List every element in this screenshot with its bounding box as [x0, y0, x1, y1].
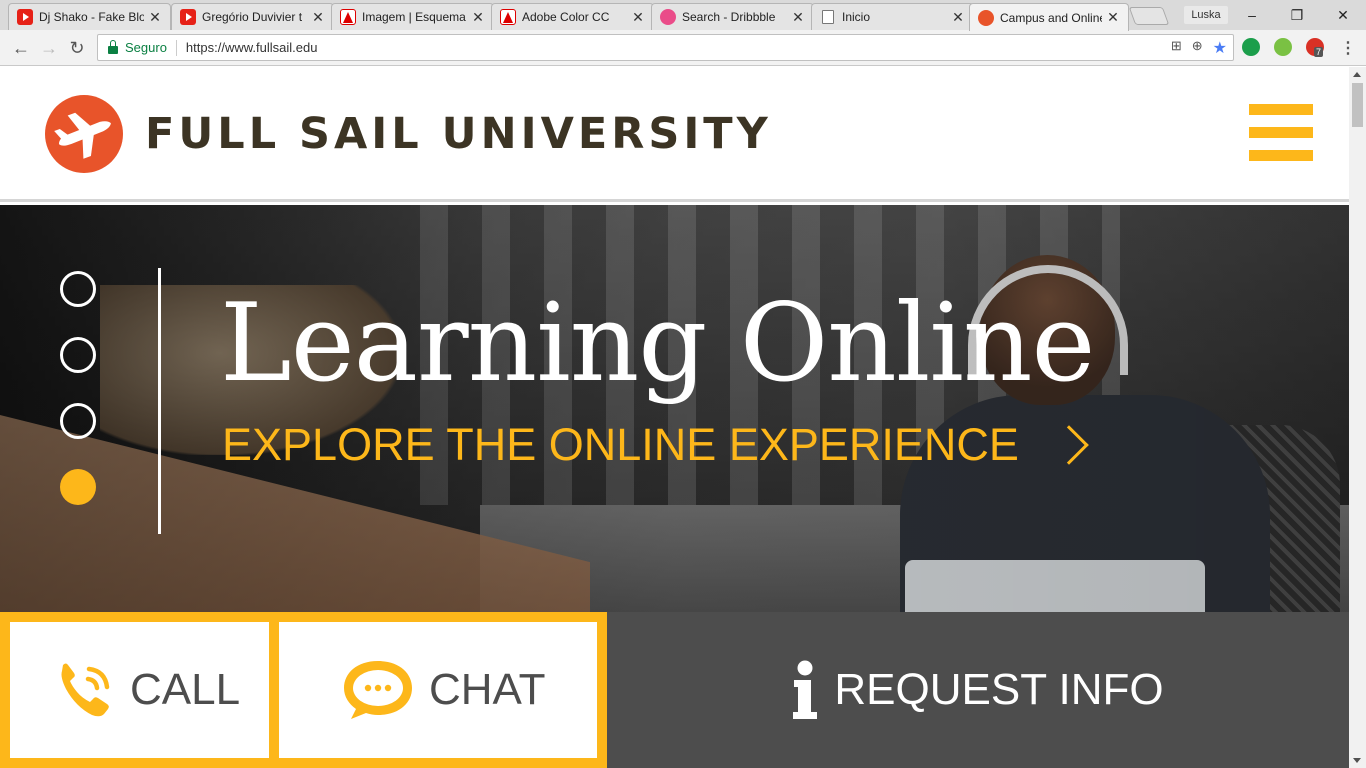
browser-toolbar: ← → ↻ Seguro https://www.fullsail.edu ⊞ …	[0, 30, 1366, 66]
slide-dot[interactable]	[60, 403, 96, 439]
close-icon[interactable]: ✕	[631, 9, 645, 26]
tab-title: Inicio	[842, 10, 871, 24]
phone-icon	[61, 663, 110, 717]
close-icon[interactable]: ✕	[791, 9, 805, 26]
tab-title: Imagem | Esquema	[362, 10, 466, 24]
close-icon[interactable]: ✕	[951, 9, 965, 26]
close-icon[interactable]: ✕	[148, 9, 162, 26]
browser-tab[interactable]: Gregório Duvivier t ✕	[171, 3, 334, 30]
close-icon[interactable]: ✕	[471, 9, 485, 26]
hero-banner: Learning Online EXPLORE THE ONLINE EXPER…	[0, 205, 1349, 612]
tab-title: Campus and Online	[1000, 10, 1102, 25]
request-info-button[interactable]: REQUEST INFO	[607, 612, 1349, 768]
scroll-down-arrow-icon[interactable]	[1353, 758, 1361, 763]
browser-tab[interactable]: Imagem | Esquema ✕	[331, 3, 494, 30]
airplane-icon	[54, 112, 111, 159]
chevron-right-icon[interactable]	[1049, 425, 1089, 465]
reload-icon[interactable]: ↻	[66, 37, 88, 59]
divider	[175, 39, 177, 56]
lock-icon	[108, 39, 118, 54]
close-icon[interactable]: ✕	[311, 9, 325, 26]
profile-button[interactable]: Luska	[1184, 6, 1228, 24]
call-button[interactable]: CALL	[10, 622, 269, 758]
document-icon	[822, 10, 834, 24]
chat-button[interactable]: CHAT	[279, 622, 597, 758]
extension-badge: 7	[1314, 47, 1324, 57]
translate-icon[interactable]: ⊞	[1171, 38, 1182, 58]
adobe-icon	[500, 9, 516, 25]
slide-dot-active[interactable]	[60, 469, 96, 505]
page: FULL SAIL UNIVERSITY Learning Online EXP…	[0, 67, 1349, 768]
tab-strip: Dj Shako - Fake Blo ✕ Gregório Duvivier …	[0, 0, 1366, 31]
close-icon[interactable]: ✕	[1106, 9, 1120, 26]
tab-title: Gregório Duvivier t	[202, 10, 303, 24]
adobe-icon	[340, 9, 356, 25]
site-header: FULL SAIL UNIVERSITY	[0, 67, 1349, 202]
new-tab-button[interactable]	[1128, 7, 1170, 25]
extension-badge-icon[interactable]: 7	[1306, 38, 1324, 57]
info-icon	[793, 660, 818, 719]
youtube-icon	[17, 9, 33, 25]
zoom-icon[interactable]: ⊕	[1192, 38, 1203, 58]
browser-tab-active[interactable]: Campus and Online ✕	[969, 3, 1129, 31]
hero-cta-text[interactable]: EXPLORE THE ONLINE EXPERIENCE	[222, 415, 1019, 475]
browser-tab[interactable]: Search - Dribbble ✕	[651, 3, 814, 30]
extension-icon[interactable]	[1242, 38, 1260, 56]
request-info-label: REQUEST INFO	[834, 665, 1164, 714]
browser-tab[interactable]: Adobe Color CC ✕	[491, 3, 654, 30]
call-label: CALL	[130, 665, 241, 714]
youtube-icon	[180, 9, 196, 25]
slide-dot[interactable]	[60, 337, 96, 373]
window-close-icon[interactable]: ✕	[1333, 5, 1353, 25]
fullsail-icon	[978, 9, 994, 26]
slide-indicators	[60, 271, 96, 511]
page-scrollbar[interactable]	[1349, 67, 1366, 768]
brand-name[interactable]: FULL SAIL UNIVERSITY	[145, 107, 772, 161]
hero-title: Learning Online	[220, 281, 1095, 406]
scrollbar-thumb[interactable]	[1352, 83, 1363, 127]
back-arrow-icon[interactable]: ←	[10, 37, 32, 59]
tab-title: Adobe Color CC	[522, 10, 610, 24]
address-bar[interactable]: Seguro https://www.fullsail.edu ⊞ ⊕ ★	[97, 34, 1234, 61]
dribbble-icon	[660, 9, 676, 25]
browser-tab[interactable]: Inicio ✕	[811, 3, 974, 30]
omnibox-actions: ⊞ ⊕ ★	[1171, 38, 1227, 58]
security-label: Seguro	[125, 40, 167, 55]
bookmark-star-icon[interactable]: ★	[1213, 38, 1227, 58]
chat-bubble-icon	[344, 661, 412, 719]
tab-title: Dj Shako - Fake Blo	[39, 10, 144, 24]
logo-airplane-icon[interactable]	[45, 95, 123, 173]
scroll-up-arrow-icon[interactable]	[1353, 72, 1361, 77]
evernote-icon[interactable]	[1274, 38, 1292, 56]
minimize-icon[interactable]: –	[1242, 5, 1262, 25]
tab-title: Search - Dribbble	[682, 10, 776, 24]
hamburger-menu-icon[interactable]	[1249, 104, 1313, 162]
menu-icon[interactable]: ⋮	[1340, 38, 1356, 58]
url-text[interactable]: https://www.fullsail.edu	[186, 40, 318, 55]
restore-icon[interactable]: ❐	[1287, 5, 1307, 25]
slide-dot[interactable]	[60, 271, 96, 307]
hero-divider	[158, 268, 161, 534]
chat-label: CHAT	[429, 665, 546, 714]
hero-cta-link[interactable]: EXPLORE THE ONLINE EXPERIENCE	[222, 415, 1089, 475]
forward-arrow-icon[interactable]: →	[38, 37, 60, 59]
browser-tab[interactable]: Dj Shako - Fake Blo ✕	[8, 3, 171, 30]
action-bar: CALL CHAT REQUEST INFO	[0, 612, 1349, 768]
